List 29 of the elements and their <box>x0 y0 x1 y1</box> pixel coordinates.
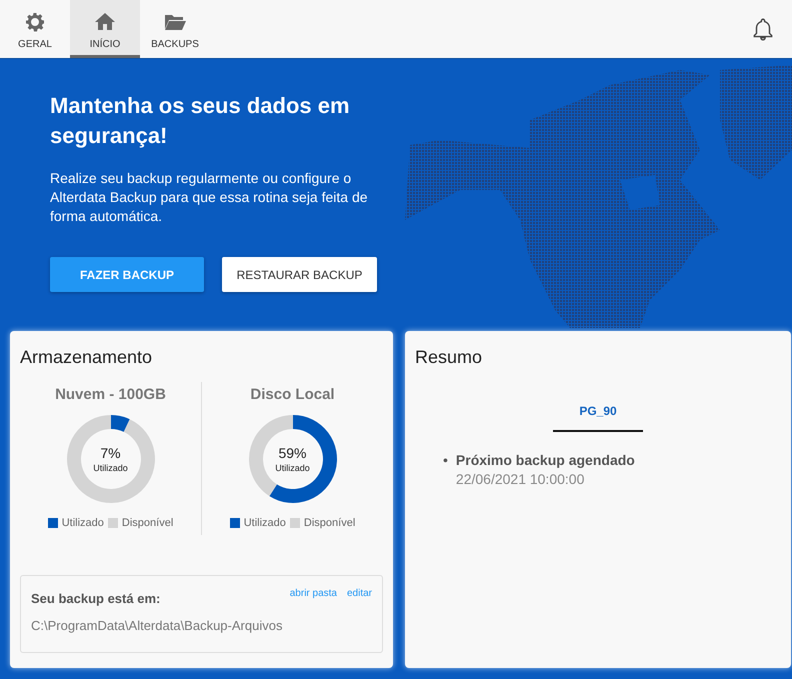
caption: Utilizado <box>275 463 310 473</box>
summary-tab[interactable]: PG_90 <box>553 396 643 432</box>
card-title: Resumo <box>415 347 484 368</box>
location-label: Seu backup está em: <box>31 591 162 606</box>
legend-label: Utilizado <box>62 517 104 529</box>
hero-title: Mantenha os seus dados em segurança! <box>50 92 351 150</box>
card-title: Armazenamento <box>20 347 154 368</box>
schedule-time: 22/06/2021 10:00:00 <box>456 471 586 487</box>
nav-tab[interactable]: GERAL <box>0 0 70 58</box>
disk-name: Nuvem - 100GB <box>55 386 166 403</box>
legend-label: Disponível <box>304 517 356 529</box>
backup-path: C:\ProgramData\Alterdata\Backup-Arquivos <box>31 618 284 633</box>
restore-button[interactable]: RESTAURAR BACKUP <box>222 257 377 292</box>
nav-tab[interactable]: BACKUPS <box>140 0 210 58</box>
disk-name: Disco Local <box>250 386 335 403</box>
legend-label: Disponível <box>122 517 174 529</box>
legend-swatch <box>48 518 58 528</box>
schedule-title: Próximo backup agendado <box>456 452 635 468</box>
percent-label: 59% <box>278 445 307 461</box>
bullet: • <box>443 452 448 470</box>
legend-swatch <box>108 518 118 528</box>
legend-swatch <box>290 518 300 528</box>
hero-description: Realize seu backup regularmente ou configure o Alterdata Backup para que essa rotina seja feita de forma automática. <box>50 169 369 226</box>
caption: Utilizado <box>93 463 128 473</box>
legend-label: Utilizado <box>244 517 286 529</box>
nav-tab[interactable]: INÍCIO <box>70 0 140 58</box>
used-slice <box>110 415 130 432</box>
legend-swatch <box>230 518 240 528</box>
percent-label: 7% <box>100 445 121 461</box>
